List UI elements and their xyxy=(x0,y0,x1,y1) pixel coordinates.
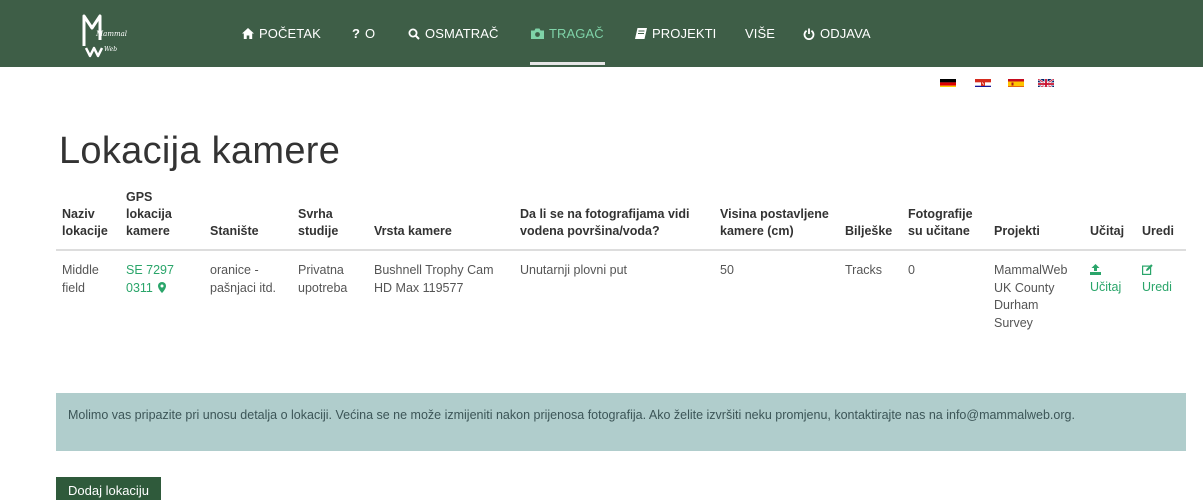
nav-logout[interactable]: ODJAVA xyxy=(803,0,871,67)
col-header-notes: Bilješke xyxy=(839,189,902,251)
col-header-edit: Uredi xyxy=(1136,189,1186,251)
map-marker-icon xyxy=(158,281,167,299)
table-row: Middle field SE 7297 0311 oranice - pašn… xyxy=(56,250,1186,375)
home-icon xyxy=(242,28,254,39)
cell-gps: SE 7297 0311 xyxy=(120,250,204,375)
cell-purpose: Privatna upotreba xyxy=(298,263,348,295)
col-header-projects: Projekti xyxy=(988,189,1084,251)
cell-uploaded: 0 xyxy=(908,263,915,277)
cell-edit: Uredi xyxy=(1136,250,1186,375)
gps-link[interactable]: SE 7297 0311 xyxy=(126,263,174,295)
col-header-upload: Učitaj xyxy=(1084,189,1136,251)
cell-water: Unutarnji plovni put xyxy=(520,263,628,277)
power-icon xyxy=(803,28,815,40)
camera-location-table: Naziv lokacije GPS lokacija kamere Stani… xyxy=(56,189,1186,375)
upload-icon xyxy=(1090,262,1130,279)
camera-icon xyxy=(531,28,544,39)
upload-label: Učitaj xyxy=(1090,280,1122,294)
nav-projects[interactable]: PROJEKTI xyxy=(635,0,716,67)
nav-more[interactable]: VIŠE xyxy=(745,0,775,67)
col-header-name: Naziv lokacije xyxy=(56,189,120,251)
nav-trapper-label: TRAGAČ xyxy=(549,26,604,41)
cell-notes: Tracks xyxy=(845,263,883,277)
edit-icon xyxy=(1142,262,1180,279)
nav-projects-label: PROJEKTI xyxy=(652,26,717,41)
upload-link[interactable]: Učitaj xyxy=(1090,262,1130,294)
cell-upload: Učitaj xyxy=(1084,250,1136,375)
nav-logout-label: ODJAVA xyxy=(820,26,871,41)
nav-more-label: VIŠE xyxy=(745,26,776,41)
add-location-button[interactable]: Dodaj lokaciju xyxy=(56,477,161,500)
cell-project: MammalWeb UK County Durham Survey xyxy=(994,263,1068,330)
flag-de-icon[interactable] xyxy=(940,77,956,87)
nav-trapper[interactable]: TRAGAČ xyxy=(531,0,604,67)
info-alert: Molimo vas pripazite pri unosu detalja o… xyxy=(56,393,1186,451)
logo-text-bottom: Web xyxy=(104,46,118,53)
nav-about[interactable]: ? O xyxy=(352,0,375,67)
edit-link[interactable]: Uredi xyxy=(1142,262,1180,294)
gps-text: SE 7297 0311 xyxy=(126,263,174,295)
nav-spotter-label: OSMATRAČ xyxy=(425,26,499,41)
book-icon xyxy=(635,28,647,39)
col-header-habitat: Stanište xyxy=(204,189,292,251)
question-icon: ? xyxy=(352,26,361,41)
flag-es-icon[interactable] xyxy=(1008,77,1024,87)
logo-text-top: Mammal xyxy=(96,30,128,38)
cell-height: 50 xyxy=(720,263,734,277)
top-navbar: Mammal Web POČETAK ? O OSMATRAČ TRAGAČ P… xyxy=(0,0,1203,67)
flag-gb-icon[interactable] xyxy=(1038,77,1054,87)
active-tab-indicator xyxy=(530,62,605,65)
col-header-uploaded: Fotografije su učitane xyxy=(902,189,988,251)
nav-home-label: POČETAK xyxy=(259,26,321,41)
mammalweb-logo[interactable]: Mammal Web xyxy=(78,10,128,58)
nav-about-label: O xyxy=(365,26,376,41)
col-header-gps: GPS lokacija kamere xyxy=(120,189,204,251)
flag-hr-icon[interactable] xyxy=(975,77,991,87)
table-header-row: Naziv lokacije GPS lokacija kamere Stani… xyxy=(56,189,1186,251)
search-icon xyxy=(408,28,420,40)
cell-camera: Bushnell Trophy Cam HD Max 119577 xyxy=(374,263,494,295)
cell-name: Middle field xyxy=(62,263,99,295)
page-title: Lokacija kamere xyxy=(59,130,341,172)
nav-home[interactable]: POČETAK xyxy=(242,0,321,67)
cell-habitat: oranice - pašnjaci itd. xyxy=(210,263,277,295)
col-header-height: Visina postavljene kamere (cm) xyxy=(714,189,839,251)
nav-spotter[interactable]: OSMATRAČ xyxy=(408,0,499,67)
edit-label: Uredi xyxy=(1142,280,1172,294)
col-header-water: Da li se na fotografijama vidi vodena po… xyxy=(514,189,714,251)
col-header-purpose: Svrha studije xyxy=(292,189,368,251)
col-header-camera: Vrsta kamere xyxy=(368,189,514,251)
